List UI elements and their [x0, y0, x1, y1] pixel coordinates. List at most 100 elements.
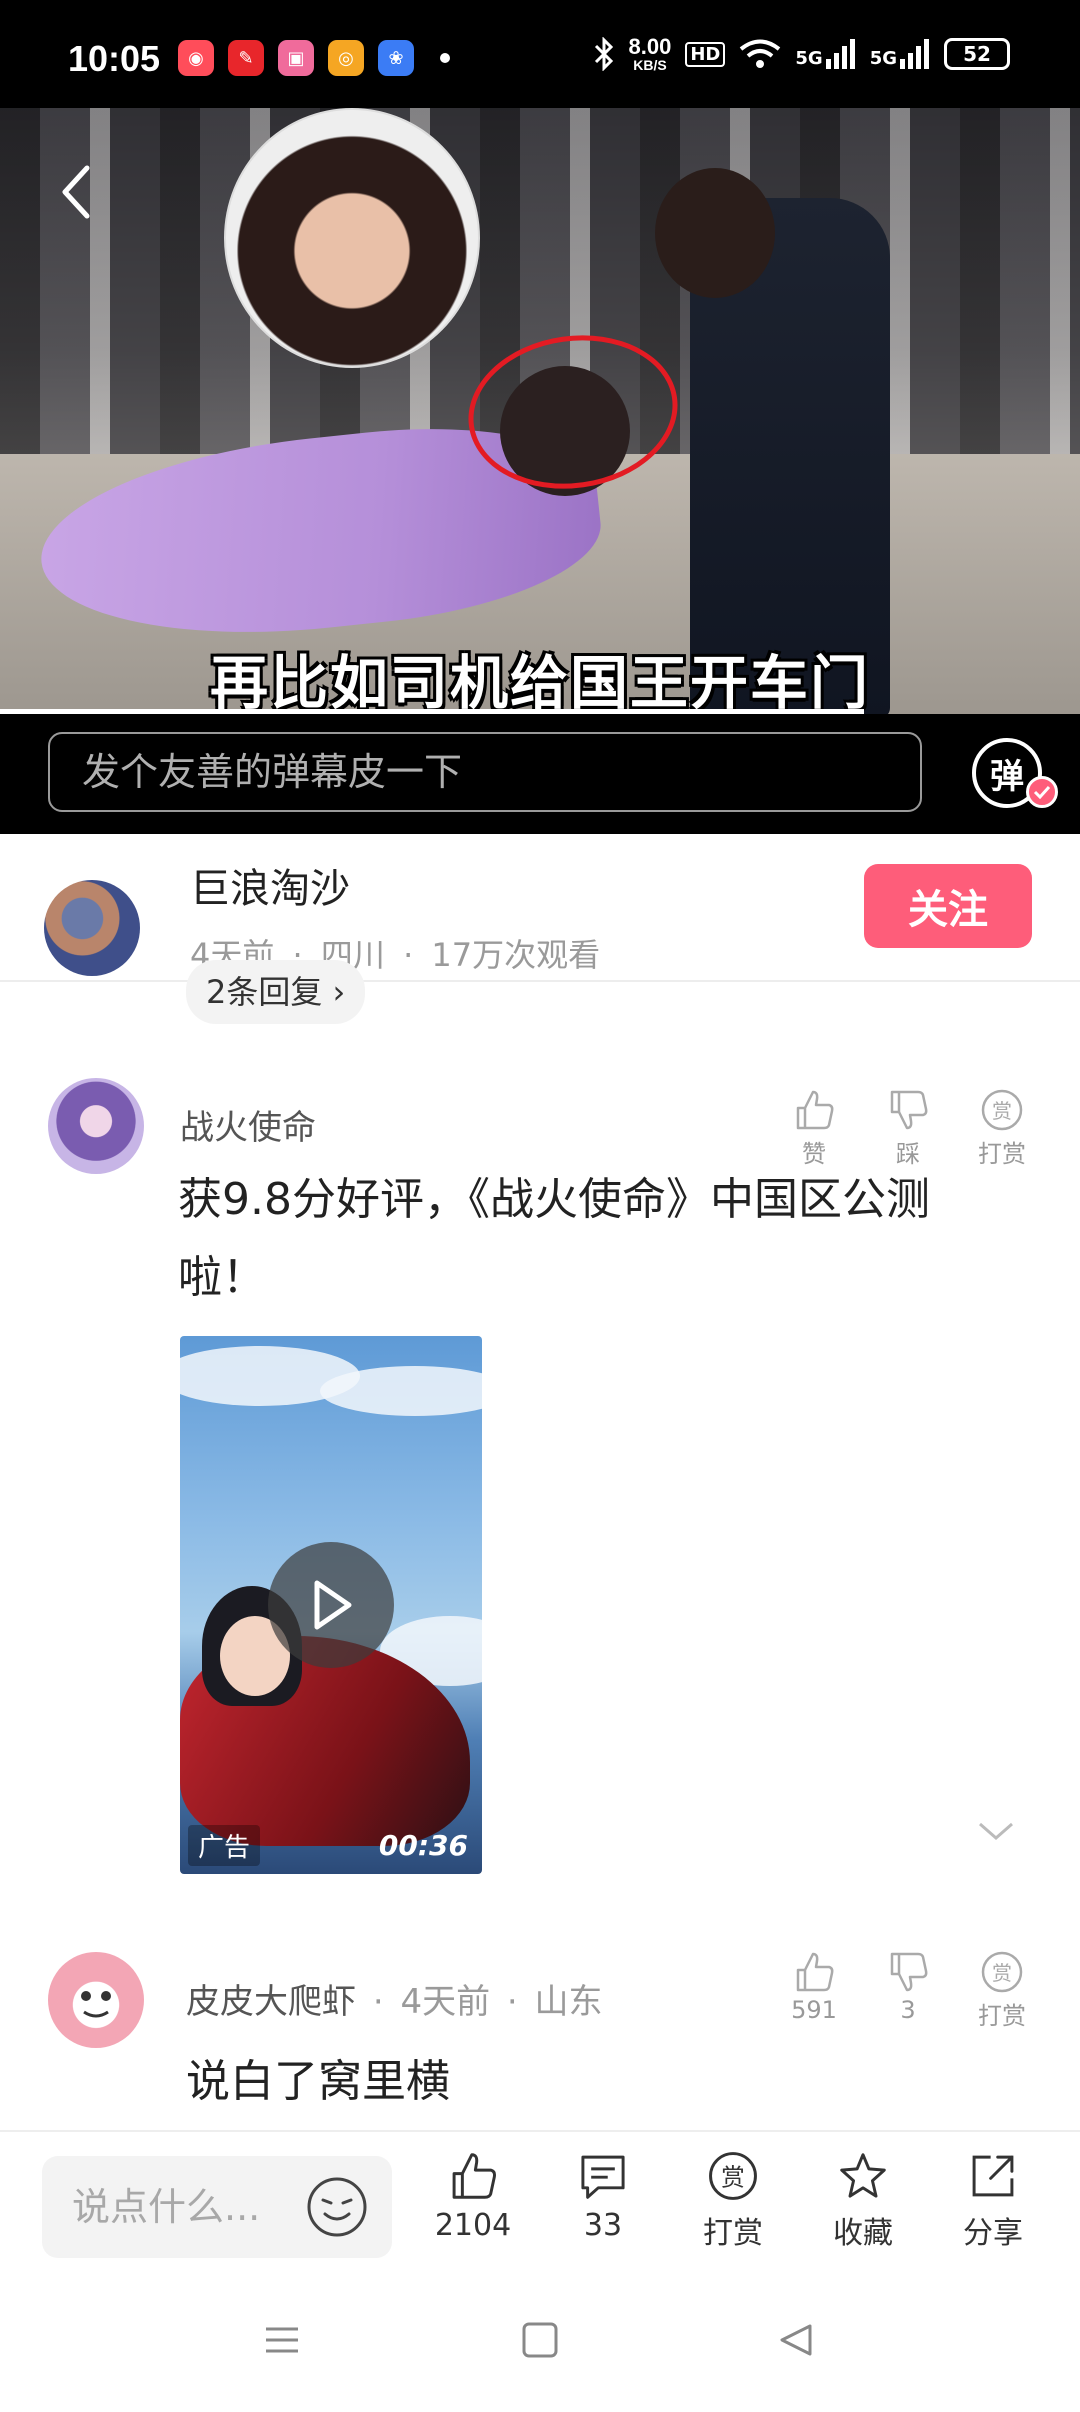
author-name[interactable]: 巨浪淘沙 [190, 856, 350, 914]
view-replies-button[interactable]: 2条回复 › [186, 960, 366, 1024]
news-icon: ✎ [228, 40, 264, 76]
comment-text: 说白了窝里横 [186, 2056, 450, 2107]
author-avatar[interactable] [44, 880, 140, 976]
favorite-label: 收藏 [833, 2216, 893, 2251]
thumbs-up-icon [452, 2153, 496, 2199]
video-player[interactable]: 再比如司机给国王开车门 [0, 108, 1080, 714]
commenter-name[interactable]: 皮皮大爬虾 [186, 1982, 356, 2022]
reward-video-button[interactable]: 赏 打赏 [678, 2150, 788, 2252]
like-button[interactable]: 591 [786, 1950, 842, 2031]
home-nav-button[interactable] [520, 2320, 560, 2364]
dislike-button[interactable]: 踩 [880, 1088, 936, 1169]
comments-button[interactable]: 33 [548, 2150, 658, 2243]
bilibili-icon: ▣ [278, 40, 314, 76]
follow-button[interactable]: 关注 [864, 864, 1032, 948]
meta-separator: · [372, 1982, 384, 2022]
status-indicators: 8.00 KB/S HD 5G 5G 52 [593, 36, 1010, 72]
svg-text:赏: 赏 [992, 1099, 1012, 1123]
video-subtitle: 再比如司机给国王开车门 [209, 649, 870, 714]
thumbs-down-icon [890, 1090, 928, 1130]
comment-actions: 591 3 赏 打赏 [786, 1950, 1030, 2031]
ad-avatar[interactable] [48, 1078, 144, 1174]
signal-1-label: 5G [795, 48, 823, 69]
menu-icon [266, 2327, 298, 2353]
ad-video-thumbnail[interactable]: 广告 00:36 [180, 1336, 482, 1874]
signal-1: 5G [795, 39, 855, 69]
commenter-avatar[interactable] [48, 1952, 144, 2048]
net-speed: 8.00 KB/S [628, 34, 672, 73]
home-square-icon [522, 2322, 558, 2358]
share-label: 分享 [963, 2216, 1023, 2251]
reward-label: 打赏 [978, 2002, 1026, 2030]
net-speed-unit: KB/S [633, 57, 667, 73]
comment-item: 皮皮大爬虾 · 4天前 · 山东 591 3 赏 打赏 说白了窝里横 [0, 1940, 1080, 2130]
danmaku-input[interactable]: 发个友善的弹幕皮一下 [48, 732, 922, 812]
emoji-icon [307, 2177, 367, 2237]
like-button[interactable]: 赞 [786, 1088, 842, 1169]
weibo-icon: ◎ [328, 40, 364, 76]
comment-location: 山东 [534, 1982, 603, 2022]
back-triangle-icon [780, 2324, 812, 2356]
play-icon [314, 1580, 352, 1630]
menu-nav-button[interactable] [262, 2320, 302, 2364]
danmaku-bar: 发个友善的弹幕皮一下 弹 [0, 714, 1080, 834]
ad-author-name[interactable]: 战火使命 [180, 1100, 316, 1149]
battery-indicator: 52 [944, 38, 1010, 70]
like-count: 591 [791, 1996, 837, 2024]
signal-bars-icon [825, 39, 855, 69]
commenter-meta: 皮皮大爬虾 · 4天前 · 山东 [186, 1974, 603, 2023]
signal-2-label: 5G [869, 48, 897, 69]
status-bar: 10:05 ◉ ✎ ▣ ◎ ❀ 8.00 KB/S HD 5G 5G 52 [0, 0, 1080, 108]
share-button[interactable]: 分享 [938, 2150, 1048, 2252]
reward-label: 打赏 [703, 2216, 763, 2251]
reward-icon: 赏 [981, 1951, 1023, 1993]
comment-icon [581, 2155, 625, 2199]
comment-count: 33 [583, 2208, 623, 2243]
meta-separator: · [506, 1982, 518, 2022]
share-icon [972, 2155, 1014, 2197]
ad-comment-actions: 赞 踩 赏 打赏 [786, 1088, 1030, 1169]
like-video-button[interactable]: 2104 [418, 2150, 528, 2243]
ad-comment: 战火使命 赞 踩 赏 打赏 获9.8分好评，《战火使命》中国区公测 啦！ [0, 1070, 1080, 1890]
bottom-action-bar: 说点什么... 2104 33 赏 打赏 收藏 分享 [0, 2130, 1080, 2280]
emoji-button[interactable] [306, 2176, 368, 2242]
reward-button[interactable]: 赏 打赏 [974, 1088, 1030, 1169]
more-notifications-dot [440, 53, 450, 63]
reward-icon: 赏 [709, 2152, 757, 2200]
comment-time: 4天前 [400, 1982, 491, 2022]
svg-text:赏: 赏 [992, 1961, 1012, 1985]
back-nav-button[interactable] [776, 2320, 816, 2364]
thumbs-down-icon [890, 1952, 928, 1992]
signal-2: 5G [870, 39, 930, 69]
system-nav-bar [0, 2280, 1080, 2412]
back-arrow-icon [62, 165, 90, 219]
like-count: 2104 [434, 2208, 512, 2243]
inset-portrait [224, 108, 480, 368]
collapse-button[interactable] [976, 1820, 1016, 1848]
reward-button[interactable]: 赏 打赏 [974, 1950, 1030, 2031]
hd-badge: HD [685, 41, 726, 67]
favorite-button[interactable]: 收藏 [808, 2150, 918, 2252]
thumbs-up-icon [796, 1952, 834, 1992]
svg-text:赏: 赏 [721, 2163, 745, 2191]
thumbs-up-icon [796, 1090, 834, 1130]
play-button[interactable] [268, 1542, 394, 1668]
xiaohongshu-icon: ◉ [178, 40, 214, 76]
reward-icon: 赏 [981, 1089, 1023, 1131]
dislike-count: 3 [900, 1996, 916, 2024]
video-figure-head [655, 168, 775, 298]
dislike-button[interactable]: 3 [880, 1950, 936, 2031]
notification-icons: ◉ ✎ ▣ ◎ ❀ [178, 40, 450, 76]
reward-label: 打赏 [978, 1140, 1026, 1168]
star-icon [840, 2153, 886, 2198]
ad-duration: 00:36 [378, 1829, 468, 1862]
back-button[interactable] [50, 152, 100, 232]
wifi-icon [740, 39, 781, 68]
ad-text-line1: 获9.8分好评，《战火使命》中国区公测 [178, 1174, 930, 1225]
ad-label: 广告 [188, 1825, 261, 1866]
net-speed-value: 8.00 [628, 34, 672, 59]
avatar-face-icon [81, 1991, 111, 2018]
cloud-shape [320, 1366, 482, 1416]
author-row: 巨浪淘沙 4天前 · 四川 · 17万次观看 关注 [0, 834, 1080, 982]
ad-text-line2: 啦！ [178, 1252, 266, 1303]
